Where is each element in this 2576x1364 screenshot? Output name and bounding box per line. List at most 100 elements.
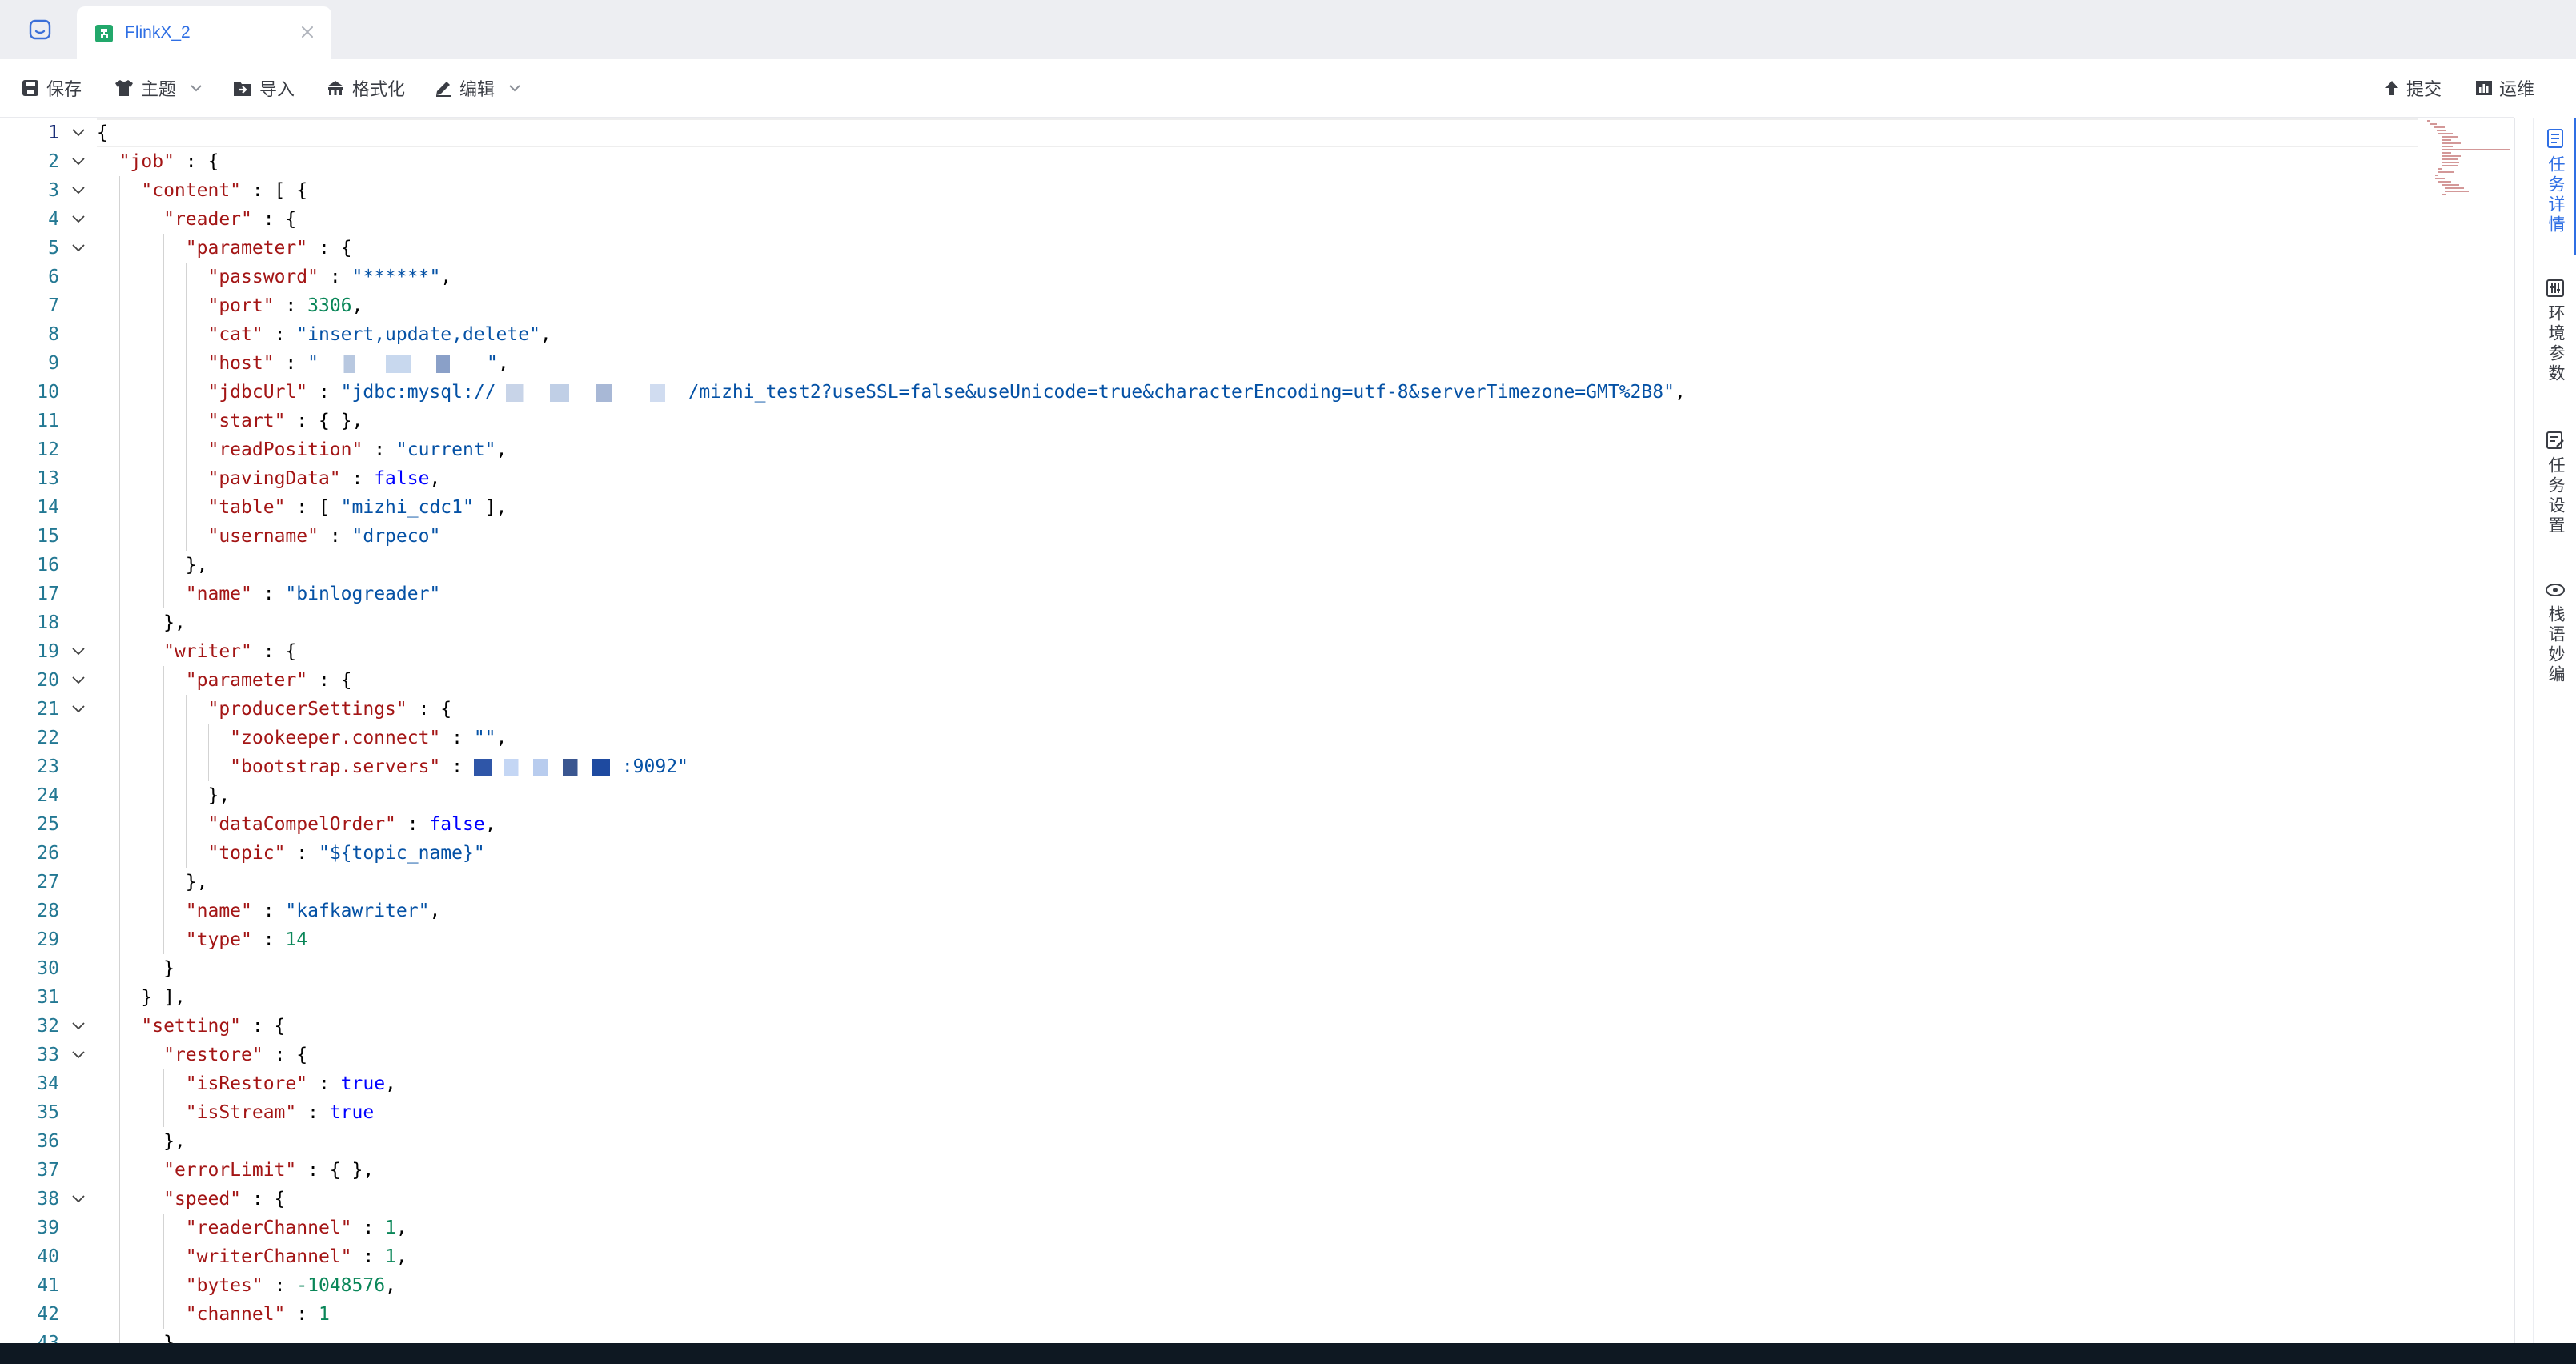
- code-line[interactable]: 25 "dataCompelOrder" : false,: [0, 810, 2514, 839]
- fold-chevron-icon[interactable]: [70, 701, 86, 717]
- fold-chevron-icon[interactable]: [70, 183, 86, 199]
- code-editor[interactable]: 1{2 "job" : {3 "content" : [ {4 "reader"…: [0, 118, 2514, 1343]
- home-button[interactable]: [16, 10, 64, 50]
- edit-dropdown[interactable]: 编辑: [434, 74, 522, 102]
- code-line[interactable]: 28 "name" : "kafkawriter",: [0, 897, 2514, 925]
- save-button[interactable]: 保存: [21, 74, 82, 102]
- fold-chevron-icon[interactable]: [70, 1018, 86, 1034]
- submit-button[interactable]: 提交: [2384, 74, 2442, 102]
- code-text: "job" : {: [118, 151, 219, 172]
- code-line[interactable]: 4 "reader" : {: [0, 205, 2514, 234]
- code-line[interactable]: 22 "zookeeper.connect" : "",: [0, 724, 2514, 752]
- code-text: "name" : "kafkawriter",: [185, 901, 441, 921]
- fold-chevron-icon[interactable]: [70, 211, 86, 227]
- code-line[interactable]: 42 "channel" : 1: [0, 1300, 2514, 1329]
- code-text: "start" : { },: [207, 411, 363, 431]
- fold-chevron-icon[interactable]: [70, 644, 86, 660]
- code-line[interactable]: 1{: [0, 118, 2514, 147]
- theme-dropdown[interactable]: 主题: [114, 74, 203, 102]
- code-text: "port" : 3306,: [207, 295, 363, 316]
- code-line[interactable]: 31 } ],: [0, 983, 2514, 1012]
- code-line[interactable]: 21 "producerSettings" : {: [0, 695, 2514, 724]
- code-line[interactable]: 2 "job" : {: [0, 147, 2514, 176]
- save-icon: [22, 80, 38, 96]
- code-text: "writerChannel" : 1,: [185, 1246, 407, 1267]
- import-button[interactable]: 导入: [232, 74, 295, 102]
- code-line[interactable]: 39 "readerChannel" : 1,: [0, 1214, 2514, 1242]
- code-text: "zookeeper.connect" : "",: [230, 728, 508, 748]
- code-line[interactable]: 29 "type" : 14: [0, 925, 2514, 954]
- code-line[interactable]: 10 "jdbcUrl" : "jdbc:mysql:///mizhi_test…: [0, 378, 2514, 407]
- vertical-scrollbar[interactable]: [2514, 118, 2515, 1343]
- code-line[interactable]: 6 "password" : "******",: [0, 263, 2514, 291]
- code-line[interactable]: 30 }: [0, 954, 2514, 983]
- code-text: "content" : [ {: [141, 180, 308, 201]
- code-line[interactable]: 27 },: [0, 868, 2514, 897]
- indent-guide: [118, 176, 120, 1343]
- code-text: "errorLimit" : { },: [163, 1160, 375, 1181]
- fold-chevron-icon[interactable]: [70, 125, 86, 141]
- code-line[interactable]: 7 "port" : 3306,: [0, 291, 2514, 320]
- code-line[interactable]: 19 "writer" : {: [0, 637, 2514, 666]
- code-line[interactable]: 33 "restore" : {: [0, 1041, 2514, 1069]
- fold-chevron-icon[interactable]: [70, 240, 86, 256]
- fold-chevron-icon[interactable]: [70, 1191, 86, 1207]
- side-panel-task-details[interactable]: 任务详情: [2534, 128, 2576, 235]
- side-panel-code-helper[interactable]: 栈语妙编: [2534, 581, 2576, 685]
- code-line[interactable]: 8 "cat" : "insert,update,delete",: [0, 320, 2514, 349]
- format-button[interactable]: 格式化: [325, 74, 405, 102]
- code-line[interactable]: 5 "parameter" : {: [0, 234, 2514, 263]
- code-text: "restore" : {: [163, 1045, 308, 1065]
- minimap[interactable]: [2426, 118, 2514, 199]
- code-line[interactable]: 37 "errorLimit" : { },: [0, 1156, 2514, 1185]
- code-text: }: [97, 1333, 175, 1343]
- code-text: "username" : "drpeco": [207, 526, 441, 547]
- code-text: "pavingData" : false,: [207, 468, 441, 489]
- code-line[interactable]: 32 "setting" : {: [0, 1012, 2514, 1041]
- code-line[interactable]: 36 },: [0, 1127, 2514, 1156]
- code-line[interactable]: 3 "content" : [ {: [0, 176, 2514, 205]
- side-panel-task-settings[interactable]: 任务设置: [2534, 431, 2576, 536]
- tab-flinkx-2[interactable]: FlinkX_2: [77, 6, 331, 59]
- code-line[interactable]: 43 }: [0, 1329, 2514, 1343]
- code-line[interactable]: 13 "pavingData" : false,: [0, 464, 2514, 493]
- code-line[interactable]: 15 "username" : "drpeco": [0, 522, 2514, 551]
- tab-label: FlinkX_2: [125, 23, 191, 42]
- code-line[interactable]: 18 },: [0, 608, 2514, 637]
- code-line[interactable]: 23 "bootstrap.servers" : :9092": [0, 752, 2514, 781]
- home-icon: [29, 19, 51, 40]
- line-number: 3: [48, 180, 59, 201]
- fold-chevron-icon[interactable]: [70, 1047, 86, 1063]
- side-panel-env-params[interactable]: 环境参数: [2534, 279, 2576, 384]
- code-line[interactable]: 38 "speed" : {: [0, 1185, 2514, 1214]
- code-text: "cat" : "insert,update,delete",: [207, 324, 552, 345]
- line-number: 29: [37, 929, 59, 950]
- line-number: 32: [37, 1016, 59, 1037]
- code-line[interactable]: 26 "topic" : "${topic_name}": [0, 839, 2514, 868]
- fold-chevron-icon[interactable]: [70, 154, 86, 170]
- fold-chevron-icon[interactable]: [70, 672, 86, 688]
- code-line[interactable]: 34 "isRestore" : true,: [0, 1069, 2514, 1098]
- code-line[interactable]: 17 "name" : "binlogreader": [0, 580, 2514, 608]
- code-line[interactable]: 9 "host" : " ",: [0, 349, 2514, 378]
- code-line[interactable]: 41 "bytes" : -1048576,: [0, 1271, 2514, 1300]
- code-line[interactable]: 14 "table" : [ "mizhi_cdc1" ],: [0, 493, 2514, 522]
- indent-guide: [208, 724, 209, 781]
- close-icon[interactable]: [298, 22, 317, 42]
- line-number: 39: [37, 1218, 59, 1238]
- code-line[interactable]: 20 "parameter" : {: [0, 666, 2514, 695]
- code-text: },: [97, 872, 208, 893]
- code-line[interactable]: 12 "readPosition" : "current",: [0, 435, 2514, 464]
- code-line[interactable]: 35 "isStream" : true: [0, 1098, 2514, 1127]
- code-line[interactable]: 24 },: [0, 781, 2514, 810]
- line-number: 41: [37, 1275, 59, 1296]
- current-line-highlight: [97, 118, 2418, 147]
- code-line[interactable]: 16 },: [0, 551, 2514, 580]
- code-line[interactable]: 40 "writerChannel" : 1,: [0, 1242, 2514, 1271]
- line-number: 31: [37, 987, 59, 1008]
- code-text: "readPosition" : "current",: [207, 439, 508, 460]
- code-text: },: [97, 555, 208, 576]
- ops-button[interactable]: 运维: [2475, 74, 2534, 102]
- params-icon: [2546, 279, 2564, 297]
- code-line[interactable]: 11 "start" : { },: [0, 407, 2514, 435]
